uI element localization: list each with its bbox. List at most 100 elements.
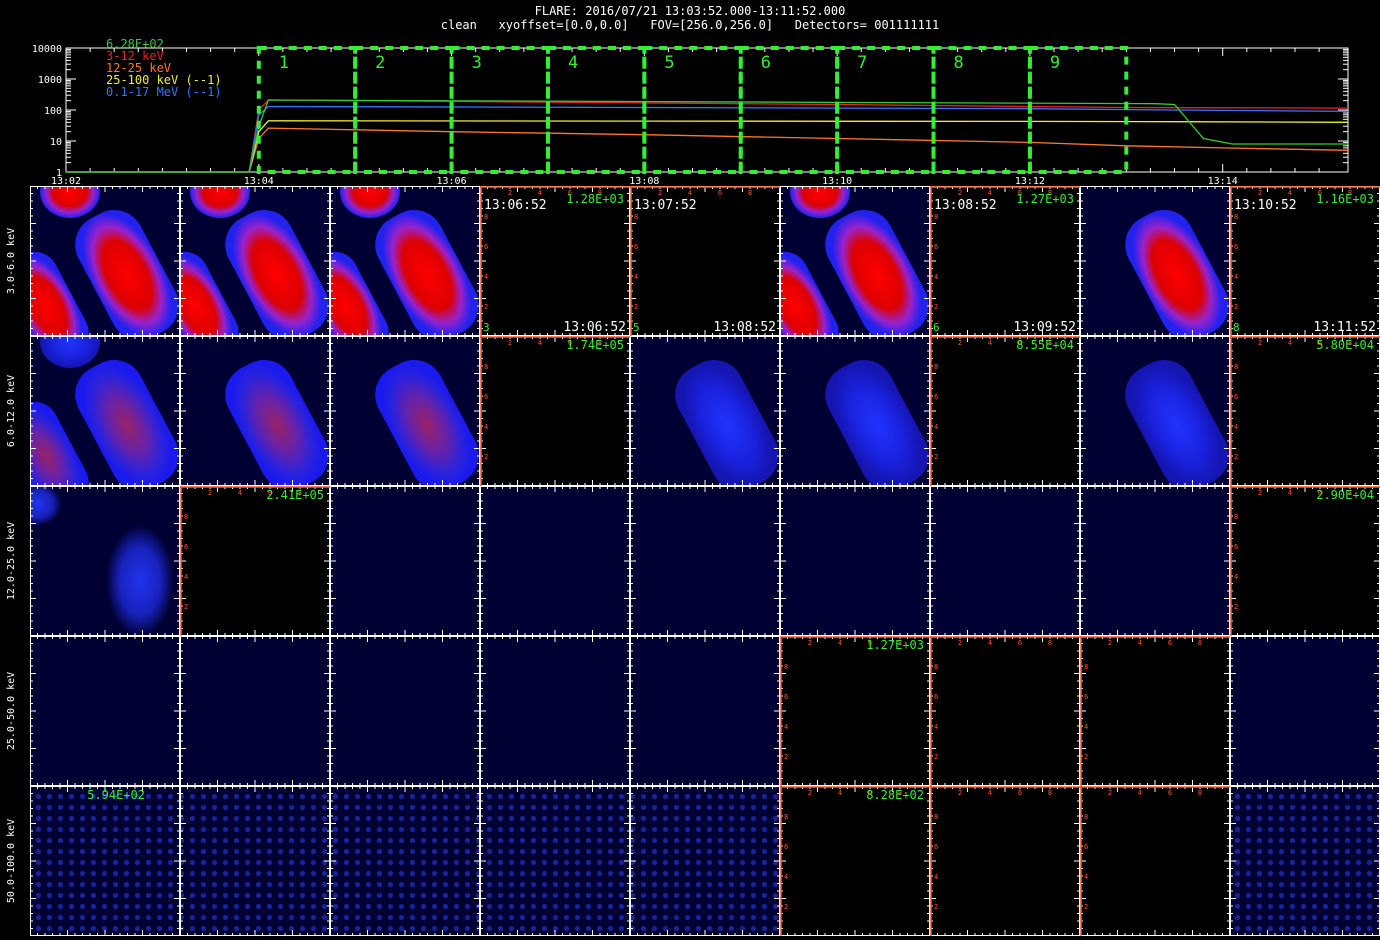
cell-background — [930, 336, 1080, 486]
cell-tick-label: 6 — [1084, 843, 1088, 851]
cell-tick-label: 6 — [1168, 639, 1172, 647]
interval-start-time: 13:06:52 — [484, 198, 547, 213]
image-cell — [1230, 786, 1380, 936]
cell-tick-label: 4 — [784, 873, 788, 881]
cell-tick-label: 2 — [1234, 603, 1238, 611]
cell-tick-label: 4 — [988, 339, 992, 347]
interval-label: 1 — [279, 53, 289, 73]
image-cell — [780, 486, 930, 636]
cell-background — [630, 636, 780, 786]
cell-tick-label: 8 — [484, 213, 488, 221]
x-tick-label: 13:06 — [437, 176, 467, 186]
interval-index: 8 — [1233, 321, 1240, 334]
cell-tick-label: 2 — [208, 489, 212, 497]
cell-tick-label: 2 — [484, 453, 488, 461]
image-cell: 224466881.16E+0313:10:5213:11:528 — [1230, 186, 1380, 336]
interval-label: 9 — [1050, 53, 1060, 73]
x-tick-label: 13:12 — [1015, 176, 1045, 186]
image-cell — [30, 636, 180, 786]
image-cell — [630, 486, 780, 636]
image-cell — [330, 486, 480, 636]
image-cell: 224466888.28E+02 — [780, 786, 930, 936]
interval-end-time: 13:08:52 — [713, 320, 776, 335]
cell-background — [180, 636, 330, 786]
cell-tick-label: 4 — [1234, 423, 1238, 431]
cell-tick-label: 2 — [508, 189, 512, 197]
image-cell — [630, 786, 780, 936]
cell-tick-label: 4 — [1288, 189, 1292, 197]
cell-tick-label: 2 — [508, 339, 512, 347]
cell-tick-label: 2 — [1108, 639, 1112, 647]
image-cell — [180, 636, 330, 786]
interval-box-2 — [353, 46, 454, 174]
cell-background — [480, 486, 630, 636]
image-cell: 2 2 4 4 6 6 8 8 — [930, 786, 1080, 936]
image-cell: 224466885.80E+04 — [1230, 336, 1380, 486]
cell-tick-label: 4 — [1138, 639, 1142, 647]
peak-value: 1.74E+05 — [566, 338, 624, 352]
lightcurve-chart: 10000 1000 100 10 1 13:02 13:04 13:06 13:08 13:10… — [32, 37, 1349, 186]
cell-tick-label: 8 — [184, 513, 188, 521]
interval-label: 7 — [857, 53, 867, 73]
cell-tick-label: 4 — [1084, 723, 1088, 731]
interval-index: 6 — [933, 321, 940, 334]
image-cell — [330, 336, 480, 486]
flare-title: FLARE: 2016/07/21 13:03:52.000-13:11:52.… — [534, 4, 846, 18]
cell-tick-label: 6 — [1168, 789, 1172, 797]
cell-tick-label: 8 — [934, 363, 938, 371]
image-cell: 2244668813:07:5213:08:525 — [630, 186, 780, 336]
cell-background — [480, 636, 630, 786]
image-cell — [780, 336, 930, 486]
cell-tick-label: 8 — [1198, 639, 1202, 647]
cell-tick-label: 8 — [934, 213, 938, 221]
cell-tick-label: 6 — [1018, 639, 1022, 647]
cell-tick-label: 8 — [1234, 363, 1238, 371]
noise-texture — [180, 786, 330, 936]
cell-background — [630, 486, 780, 636]
interval-label: 2 — [375, 53, 385, 73]
image-cell: 2 2 4 4 6 6 8 8 — [1080, 786, 1230, 936]
peak-value: 1.16E+03 — [1316, 192, 1374, 206]
row-label: 3.0-6.0 keV — [6, 228, 17, 294]
x-tick-label: 13:14 — [1208, 176, 1238, 186]
y-tick-label: 100 — [44, 106, 62, 117]
cell-tick-label: 8 — [484, 363, 488, 371]
cell-tick-label: 4 — [784, 723, 788, 731]
cell-tick-label: 8 — [934, 663, 938, 671]
interval-box-1 — [256, 46, 358, 174]
cell-tick-label: 6 — [634, 243, 638, 251]
cell-tick-label: 6 — [184, 543, 188, 551]
peak-value: 8.28E+02 — [866, 788, 924, 802]
image-cell — [480, 636, 630, 786]
cell-tick-label: 2 — [808, 789, 812, 797]
cell-tick-label: 2 — [934, 303, 938, 311]
peak-value: 1.28E+03 — [566, 192, 624, 206]
image-cell: 224466882.41E+05 — [180, 486, 330, 636]
image-cell: 5.94E+02 — [30, 786, 180, 936]
cell-tick-label: 4 — [1288, 339, 1292, 347]
image-cell: 224466881.74E+05 — [480, 336, 630, 486]
image-cell: 224466888.55E+04 — [930, 336, 1080, 486]
image-grid: 3.0-6.0 keV 2 2 4 4 6 6 8 8 1.28E+03 13:06:52 13:06… — [6, 186, 1380, 936]
cell-tick-label: 2 — [1084, 753, 1088, 761]
image-cell — [630, 636, 780, 786]
cell-background — [330, 486, 480, 636]
cell-background — [30, 636, 180, 786]
cell-tick-label: 4 — [934, 723, 938, 731]
image-cell: 224466881.28E+0313:06:5213:06:523 — [480, 186, 630, 336]
cell-tick-label: 4 — [934, 273, 938, 281]
cell-background — [780, 786, 930, 936]
cell-tick-label: 4 — [1084, 873, 1088, 881]
cell-background — [1080, 786, 1230, 936]
cell-tick-label: 8 — [1048, 789, 1052, 797]
cell-tick-label: 8 — [1084, 813, 1088, 821]
interval-box-7 — [835, 46, 936, 174]
image-cell — [630, 336, 780, 486]
image-cell — [330, 636, 480, 786]
cell-tick-label: 4 — [538, 189, 542, 197]
interval-box-3 — [449, 46, 550, 174]
image-cell — [330, 786, 480, 936]
cell-tick-label: 2 — [1258, 339, 1262, 347]
interval-box-5 — [642, 46, 743, 174]
cell-tick-label: 2 — [1234, 453, 1238, 461]
